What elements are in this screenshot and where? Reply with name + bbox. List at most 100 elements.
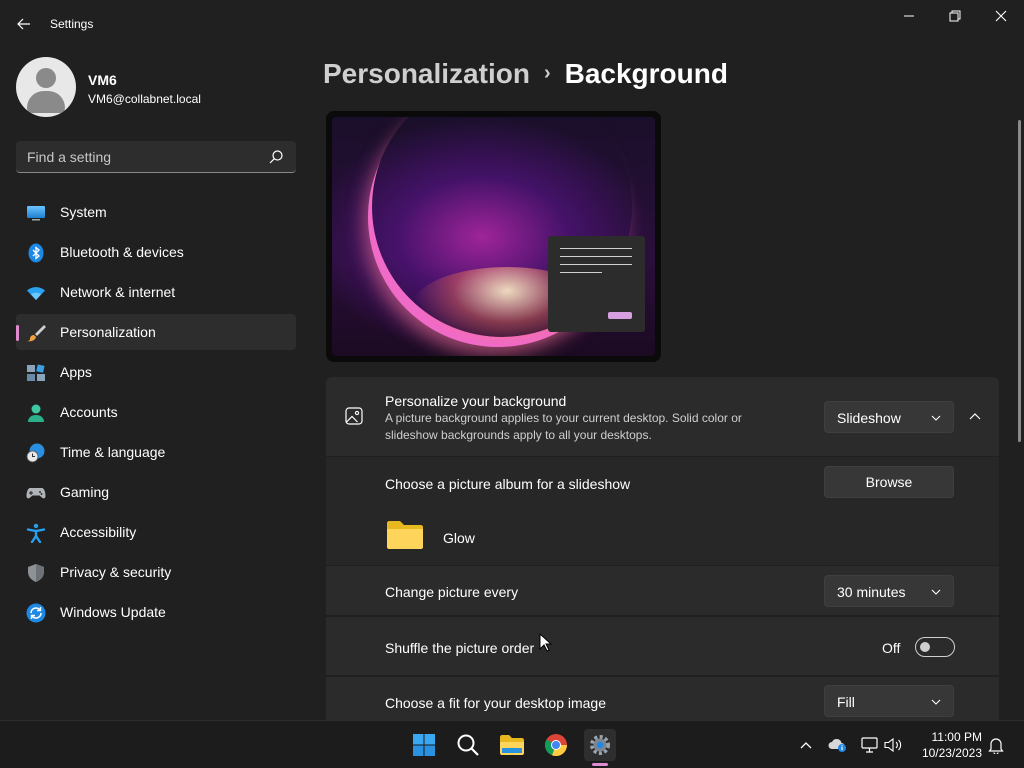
tray-network[interactable]: [860, 735, 880, 755]
breadcrumb-parent[interactable]: Personalization: [323, 58, 530, 89]
album-section: Choose a picture album for a slideshow B…: [326, 457, 999, 565]
shuffle-row: Shuffle the picture order Off: [326, 617, 999, 675]
taskbar-chrome[interactable]: [540, 729, 572, 761]
browse-button[interactable]: Browse: [824, 466, 954, 498]
interval-label: Change picture every: [385, 584, 519, 600]
folder-icon: [387, 521, 423, 549]
sidebar-item-personalization[interactable]: Personalization: [16, 314, 296, 350]
background-type-dropdown[interactable]: Slideshow: [824, 401, 954, 433]
update-icon: [26, 603, 46, 623]
search-placeholder: Find a setting: [27, 149, 112, 165]
interval-dropdown[interactable]: 30 minutes: [824, 575, 954, 607]
tray-onedrive[interactable]: [828, 735, 848, 755]
sidebar-item-gaming[interactable]: Gaming: [16, 474, 296, 510]
shield-icon: [28, 564, 44, 582]
sidebar-item-label: Time & language: [60, 444, 166, 460]
wifi-icon: [27, 287, 45, 300]
tray-volume[interactable]: [884, 735, 904, 755]
dropdown-value: Fill: [837, 694, 855, 710]
user-name: VM6: [88, 72, 117, 88]
fit-row: Choose a fit for your desktop image Fill: [326, 677, 999, 720]
sidebar-item-windows-update[interactable]: Windows Update: [16, 594, 296, 630]
chevron-down-icon: [931, 415, 941, 421]
windows-start-icon: [413, 734, 435, 756]
album-name[interactable]: Glow: [443, 530, 475, 546]
fit-label: Choose a fit for your desktop image: [385, 695, 607, 711]
background-type-card: Personalize your background A picture ba…: [326, 377, 999, 456]
image-icon: [345, 407, 363, 425]
taskbar-file-explorer[interactable]: [496, 729, 528, 761]
user-email: VM6@collabnet.local: [88, 92, 201, 106]
taskbar-settings[interactable]: [584, 729, 616, 761]
active-app-indicator: [592, 763, 608, 766]
chevron-up-icon: [969, 413, 981, 420]
speaker-icon: [884, 737, 902, 753]
close-icon: [995, 10, 1007, 22]
scrollbar[interactable]: [1018, 120, 1021, 442]
shuffle-toggle[interactable]: [915, 637, 955, 657]
search-input[interactable]: Find a setting: [16, 141, 296, 173]
minimize-icon: [904, 15, 914, 17]
interval-row: Change picture every 30 minutes: [326, 566, 999, 615]
sidebar-item-apps[interactable]: Apps: [16, 354, 296, 390]
sidebar-item-system[interactable]: System: [16, 194, 296, 230]
sidebar-item-privacy[interactable]: Privacy & security: [16, 554, 296, 590]
settings-gear-icon: [590, 735, 610, 755]
chevron-right-icon: ›: [543, 62, 551, 84]
apps-icon: [27, 364, 45, 381]
sidebar-item-accounts[interactable]: Accounts: [16, 394, 296, 430]
fit-dropdown[interactable]: Fill: [824, 685, 954, 717]
sidebar-item-label: Apps: [60, 364, 92, 380]
background-type-description: A picture background applies to your cur…: [385, 411, 742, 442]
sidebar-item-label: System: [60, 204, 107, 220]
arrow-left-icon: [17, 18, 30, 30]
sidebar-item-bluetooth[interactable]: Bluetooth & devices: [16, 234, 296, 270]
taskbar-search-button[interactable]: [452, 729, 484, 761]
chevron-down-icon: [931, 589, 941, 595]
minimize-button[interactable]: [886, 0, 932, 32]
globe-clock-icon: [26, 443, 45, 463]
mouse-cursor-icon: [539, 633, 553, 652]
clock-time: 11:00 PM: [931, 730, 982, 744]
taskbar: 11:00 PM 10/23/2023: [0, 720, 1024, 768]
page-title: Background: [564, 58, 728, 89]
avatar: [16, 57, 76, 117]
sidebar-item-label: Bluetooth & devices: [60, 244, 184, 260]
dropdown-value: 30 minutes: [837, 584, 906, 600]
collapse-button[interactable]: [961, 403, 989, 431]
breadcrumb: Personalization › Background: [323, 58, 728, 90]
taskbar-clock[interactable]: 11:00 PM 10/23/2023: [916, 729, 982, 761]
sidebar-item-label: Accounts: [60, 404, 118, 420]
gamepad-icon: [26, 488, 46, 499]
notifications-button[interactable]: [986, 735, 1006, 755]
close-button[interactable]: [978, 0, 1024, 32]
start-button[interactable]: [408, 729, 440, 761]
dropdown-value: Slideshow: [837, 410, 901, 426]
background-type-title: Personalize your background: [385, 393, 567, 409]
app-title: Settings: [50, 17, 94, 31]
sidebar-item-label: Accessibility: [60, 524, 137, 540]
clock-date: 10/23/2023: [921, 746, 982, 760]
sidebar-item-accessibility[interactable]: Accessibility: [16, 514, 296, 550]
search-icon: [457, 734, 479, 756]
sidebar-item-label: Privacy & security: [60, 564, 172, 580]
search-icon: [269, 150, 283, 164]
ethernet-icon: [861, 737, 878, 753]
bell-icon: [988, 738, 1004, 754]
bluetooth-icon: [28, 243, 44, 263]
sidebar-item-time-language[interactable]: Time & language: [16, 434, 296, 470]
sidebar-item-network[interactable]: Network & internet: [16, 274, 296, 310]
restore-button[interactable]: [932, 0, 978, 32]
sidebar-item-label: Personalization: [60, 324, 156, 340]
restore-icon: [949, 10, 961, 22]
desktop-preview: [326, 111, 661, 362]
tray-overflow-button[interactable]: [796, 735, 816, 755]
back-button[interactable]: [10, 10, 38, 38]
sidebar-item-label: Network & internet: [60, 284, 176, 300]
shuffle-label: Shuffle the picture order: [385, 640, 535, 656]
title-bar: Settings: [0, 0, 1024, 48]
cloud-info-icon: [828, 738, 846, 752]
system-icon: [27, 206, 45, 221]
preview-window-icon: [548, 236, 645, 332]
chrome-icon: [544, 734, 568, 757]
